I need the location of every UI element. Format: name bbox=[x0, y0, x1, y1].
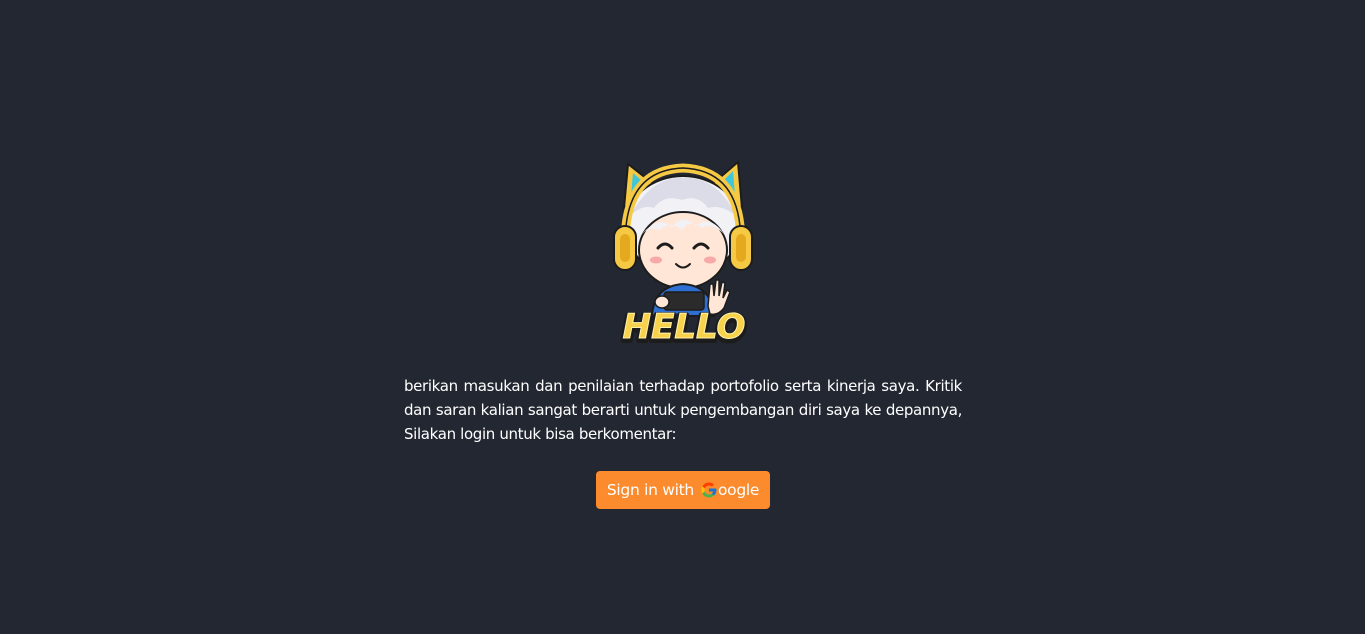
comment-prompt-text: berikan masukan dan penilaian terhadap p… bbox=[404, 377, 962, 443]
sign-in-label: Sign in with bbox=[606, 481, 694, 499]
svg-text:HELLO: HELLO bbox=[623, 307, 746, 347]
google-brand-label: oogle bbox=[717, 481, 760, 499]
comment-login-panel: HELLO HELLO berikan masukan dan penilaia… bbox=[404, 0, 962, 634]
hello-avatar-image: HELLO HELLO bbox=[613, 159, 753, 352]
google-sign-in-button[interactable]: Sign in with oogle bbox=[596, 471, 770, 509]
google-g-icon bbox=[701, 482, 717, 498]
